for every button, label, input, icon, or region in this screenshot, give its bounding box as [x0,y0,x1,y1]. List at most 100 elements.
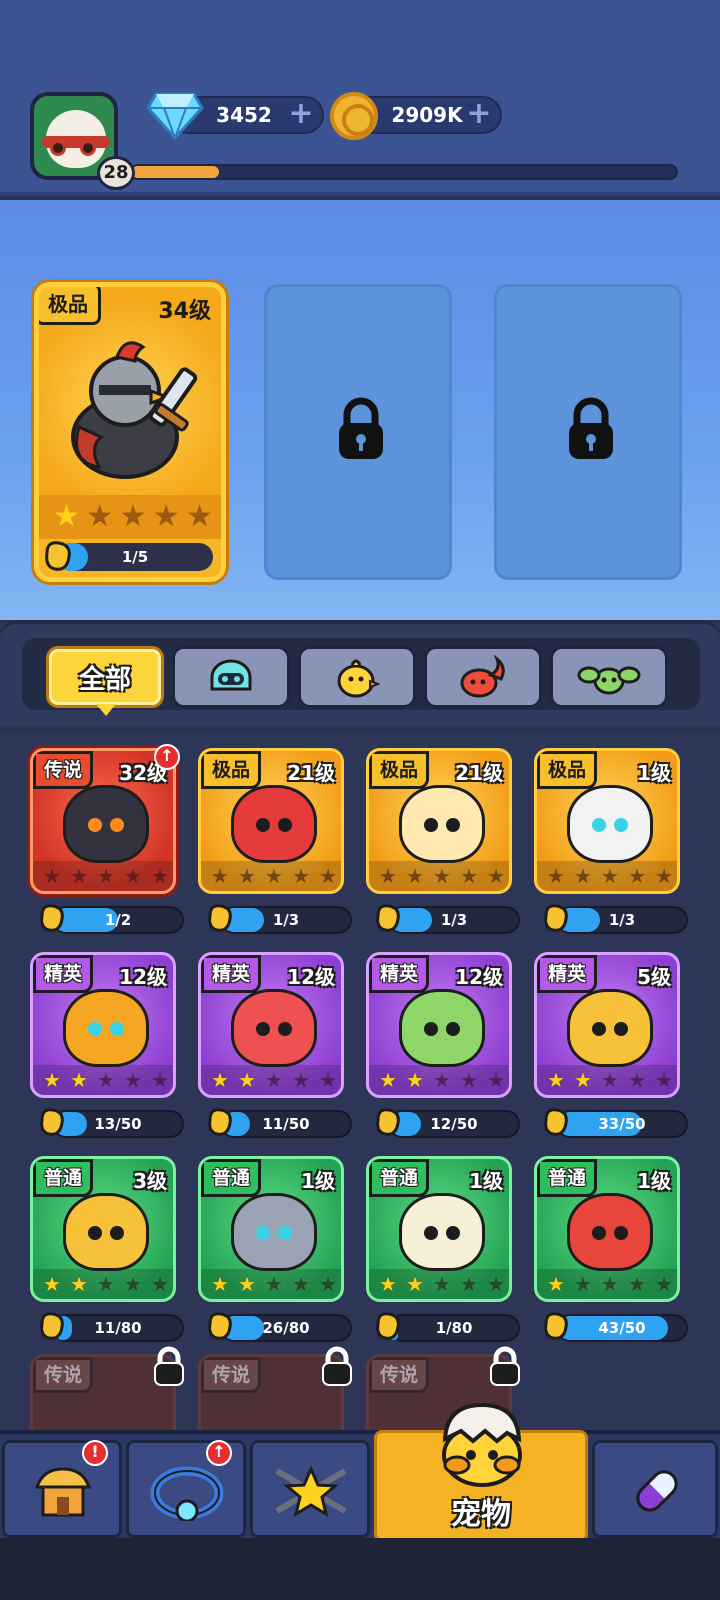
pet-portrait [399,785,485,863]
pet-shard-progress: 1/3 [556,906,688,934]
pet-level: 12级 [287,965,335,989]
tab-all[interactable]: 全部 [46,646,164,708]
pet-card[interactable]: 普通 1级 ★ ★ ★ ★ ★ [198,1156,344,1302]
star-empty-icon: ★ [124,864,142,888]
xp-progress-bar [130,164,678,180]
star-empty-icon: ★ [292,864,310,888]
pet-eye [88,1226,102,1240]
pet-eye [110,1226,124,1240]
pet-shard-progress-text: 1/2 [104,911,132,929]
star-empty-icon: ★ [151,864,169,888]
pet-shard-icon [45,541,71,571]
pet-card[interactable]: 传说 32级 ★ ★ ★ ★ ★ [30,748,176,894]
pet-card[interactable]: 普通 3级 ★ ★ ★ ★ ★ [30,1156,176,1302]
equipment-upgrade-badge: ↑ [206,1440,232,1466]
star-empty-icon: ★ [43,864,61,888]
star-empty-icon: ★ [151,1272,169,1296]
pet-shard-icon [40,1312,64,1340]
equipped-pet-progress-text: 1/5 [121,548,149,566]
pet-eye [278,1226,292,1240]
pet-shard-icon [208,1108,232,1136]
tab-fire-blob[interactable] [424,646,542,708]
star-filled-icon: ★ [574,1068,592,1092]
pet-card[interactable]: 精英 12级 ★ ★ ★ ★ ★ [198,952,344,1098]
pet-level: 3级 [133,1169,167,1193]
shop-alert-badge: ! [82,1440,108,1466]
coins-add-button[interactable]: + [466,99,492,129]
pet-shard-icon [376,1108,400,1136]
pet-card[interactable]: 精英 5级 ★ ★ ★ ★ ★ [534,952,680,1098]
star-empty-icon: ★ [487,864,505,888]
star-empty-icon: ★ [292,1272,310,1296]
pet-card[interactable]: 普通 1级 ★ ★ ★ ★ ★ [534,1156,680,1302]
avatar-goggle-right [80,140,96,156]
plant-icon [577,666,641,695]
lock-icon [339,397,383,459]
star-empty-icon: ★ [265,864,283,888]
tab-plant[interactable] [550,646,668,708]
star-filled-icon: ★ [70,1068,88,1092]
pet-shard-progress-text: 43/50 [598,1319,646,1337]
pet-card[interactable]: 普通 1级 ★ ★ ★ ★ ★ [366,1156,512,1302]
star-empty-icon: ★ [151,1068,169,1092]
pet-eye [110,818,124,832]
lock-icon [490,1346,520,1386]
robot-icon [210,659,252,691]
pet-card[interactable]: 极品 21级 ★ ★ ★ ★ ★ [198,748,344,894]
equipped-star-row: ★ ★ ★ ★ ★ [39,495,221,539]
pet-shard-progress: 13/50 [52,1110,184,1138]
pet-shard-progress-text: 1/80 [435,1319,473,1337]
pet-shard-progress-text: 1/3 [608,911,636,929]
pet-shard-progress-text: 12/50 [430,1115,478,1133]
pet-shard-progress-text: 1/3 [440,911,468,929]
locked-pet-rarity: 传说 [33,1357,94,1393]
bottom-navigation: 宠物 [0,1402,720,1542]
pet-stars: ★ ★ ★ ★ ★ [211,865,337,887]
pet-card[interactable]: 精英 12级 ★ ★ ★ ★ ★ [30,952,176,1098]
pet-portrait [231,785,317,863]
pet-shard-icon [544,1108,568,1136]
pet-portrait [63,1193,149,1271]
pet-card[interactable]: 极品 1级 ★ ★ ★ ★ ★ [534,748,680,894]
star-empty-icon: ★ [628,1068,646,1092]
equipped-pet-card[interactable]: ★ ★ ★ ★ ★ 极品 34级 1/5 [34,282,226,582]
gem-icon [146,92,204,140]
star-filled-icon: ★ [70,1272,88,1296]
star-filled-icon: ★ [43,1068,61,1092]
pet-rarity-tag: 普通 [201,1159,262,1197]
star-empty-icon: ★ [655,864,673,888]
nav-skills[interactable] [250,1440,370,1538]
pet-stars: ★ ★ ★ ★ ★ [547,1069,673,1091]
pet-rarity-tag: 精英 [33,955,94,993]
star-empty-icon: ★ [433,1272,451,1296]
tab-chick[interactable] [298,646,416,708]
tab-robot[interactable] [172,646,290,708]
pet-shard-icon [376,904,400,932]
avatar-goggle-left [50,140,66,156]
locked-pet-slot[interactable] [264,284,452,580]
star-empty-icon: ★ [292,1068,310,1092]
pet-eye [256,1022,270,1036]
player-level-badge: 28 [97,156,135,190]
gems-add-button[interactable]: + [288,99,314,129]
locked-pet-slot[interactable] [494,284,682,580]
star-empty-icon: ★ [406,864,424,888]
nav-pets-label: 宠物 [451,1497,511,1532]
nav-capsule[interactable] [592,1440,718,1538]
pet-card[interactable]: 极品 21级 ★ ★ ★ ★ ★ [366,748,512,894]
pet-shard-icon [208,1312,232,1340]
pet-shard-progress-text: 26/80 [262,1319,310,1337]
pet-shard-progress: 12/50 [388,1110,520,1138]
pet-rarity-tag: 精英 [369,955,430,993]
pet-eye [88,1022,102,1036]
top-header: 28 3452 + 2909K + [0,0,720,196]
star-filled-icon: ★ [43,1272,61,1296]
pet-shard-progress-text: 11/50 [262,1115,310,1133]
pet-eye [256,818,270,832]
nav-pets[interactable]: 宠物 [374,1402,588,1542]
pet-card[interactable]: 精英 12级 ★ ★ ★ ★ ★ [366,952,512,1098]
pet-stars: ★ ★ ★ ★ ★ [547,1273,673,1295]
shop-icon [34,1467,92,1517]
pet-shard-progress: 26/80 [220,1314,352,1342]
equipped-pet-rarity: 极品 [39,287,101,325]
